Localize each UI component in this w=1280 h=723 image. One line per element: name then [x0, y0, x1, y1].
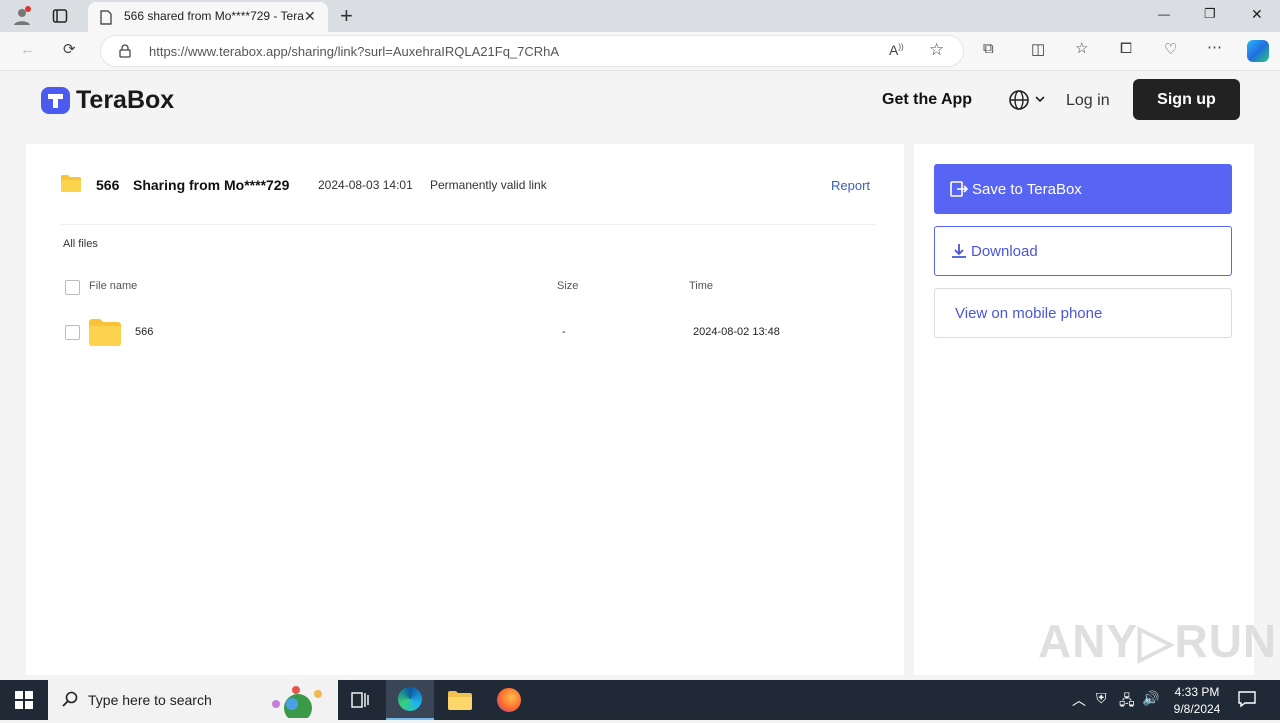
firefox-icon[interactable]: [497, 688, 521, 712]
divider: [60, 224, 876, 225]
column-header-time[interactable]: Time: [689, 280, 713, 292]
get-app-link[interactable]: Get the App: [882, 91, 972, 109]
actions-panel: [914, 144, 1254, 675]
file-explorer-icon[interactable]: [448, 690, 472, 715]
file-time: 2024-08-02 13:48: [693, 326, 780, 338]
login-link[interactable]: Log in: [1066, 92, 1110, 110]
column-header-name[interactable]: File name: [89, 280, 137, 292]
favorite-star-icon[interactable]: ☆: [929, 40, 944, 60]
share-title: Sharing from Mo****729: [133, 177, 290, 193]
security-tray-icon[interactable]: ⛨: [1096, 690, 1107, 707]
table-row[interactable]: 566 - 2024-08-02 13:48: [60, 312, 876, 352]
search-icon: [62, 691, 78, 712]
tab-actions-icon[interactable]: [52, 8, 68, 24]
download-icon: [951, 243, 967, 259]
save-label: Save to TeraBox: [972, 180, 1082, 198]
browser-tab-strip: 566 shared from Mo****729 - TeraBox ✕ + …: [0, 0, 1280, 32]
show-hidden-icons-chevron-icon[interactable]: ︿: [1072, 690, 1086, 710]
minimize-button[interactable]: —: [1158, 7, 1170, 21]
extensions-icon[interactable]: ⧉: [983, 40, 994, 57]
file-name[interactable]: 566: [135, 326, 153, 338]
volume-icon[interactable]: 🔊: [1142, 690, 1159, 707]
split-screen-icon[interactable]: ◫: [1031, 40, 1045, 58]
new-tab-button[interactable]: +: [340, 3, 353, 29]
mobile-label: View on mobile phone: [955, 304, 1103, 322]
breadcrumb-all-files[interactable]: All files: [63, 238, 98, 250]
search-placeholder: Type here to search: [88, 692, 212, 708]
favorites-icon[interactable]: ☆: [1075, 39, 1088, 57]
folder-icon: [61, 175, 81, 197]
collections-icon[interactable]: ⧠: [1120, 40, 1132, 57]
lock-icon[interactable]: [119, 44, 131, 63]
file-size: -: [562, 326, 566, 338]
brand-name[interactable]: TeraBox: [76, 86, 174, 115]
save-icon: [950, 181, 968, 197]
anyrun-watermark: ANY▷RUN: [1038, 615, 1278, 667]
clock-time[interactable]: 4:33 PM: [1172, 685, 1222, 699]
back-arrow-icon[interactable]: ←: [20, 41, 35, 58]
url-text[interactable]: https://www.terabox.app/sharing/link?sur…: [149, 44, 559, 59]
restore-button[interactable]: ❐: [1204, 6, 1216, 22]
download-button[interactable]: Download: [934, 226, 1232, 276]
share-folder-name: 566: [96, 177, 120, 193]
taskbar-search-box[interactable]: Type here to search: [48, 680, 338, 722]
column-header-size[interactable]: Size: [557, 280, 578, 292]
folder-icon: [89, 319, 121, 351]
page-icon: [100, 10, 112, 30]
edge-taskbar-icon[interactable]: [386, 680, 434, 720]
windows-taskbar: Type here to search ︿ ⛨ 🖧 🔊 4:33 PM 9/8/…: [0, 680, 1280, 722]
close-window-button[interactable]: ✕: [1251, 6, 1263, 23]
terabox-logo-icon[interactable]: [40, 86, 71, 115]
search-highlight-icon: [262, 684, 332, 722]
signup-button[interactable]: Sign up: [1133, 79, 1240, 120]
task-view-icon[interactable]: [351, 691, 369, 714]
windows-start-icon[interactable]: [15, 691, 33, 714]
select-all-checkbox[interactable]: [65, 280, 80, 295]
globe-language-icon[interactable]: [1008, 89, 1048, 116]
tab-close-icon[interactable]: ✕: [304, 8, 316, 25]
row-checkbox[interactable]: [65, 325, 80, 340]
read-aloud-icon[interactable]: A)): [889, 42, 904, 58]
more-menu-icon[interactable]: ⋯: [1207, 38, 1222, 56]
refresh-icon[interactable]: ⟳: [63, 40, 76, 58]
report-link[interactable]: Report: [831, 178, 870, 193]
profile-avatar-icon[interactable]: [12, 6, 32, 26]
notifications-icon[interactable]: [1238, 690, 1256, 713]
clock-date[interactable]: 9/8/2024: [1168, 702, 1226, 716]
browser-toolbar: ← ⟳ https://www.terabox.app/sharing/link…: [0, 32, 1280, 71]
address-bar[interactable]: https://www.terabox.app/sharing/link?sur…: [100, 35, 964, 67]
save-to-terabox-button[interactable]: Save to TeraBox: [934, 164, 1232, 214]
download-label: Download: [971, 242, 1038, 260]
browser-essentials-icon[interactable]: ♡: [1164, 40, 1177, 58]
share-date: 2024-08-03 14:01: [318, 178, 413, 192]
copilot-icon[interactable]: [1247, 40, 1269, 62]
tab-title: 566 shared from Mo****729 - TeraBox: [124, 9, 304, 23]
share-validity: Permanently valid link: [430, 178, 547, 192]
network-icon[interactable]: 🖧: [1119, 690, 1135, 714]
tab-active[interactable]: 566 shared from Mo****729 - TeraBox ✕: [88, 2, 328, 32]
view-on-mobile-button[interactable]: View on mobile phone: [934, 288, 1232, 338]
